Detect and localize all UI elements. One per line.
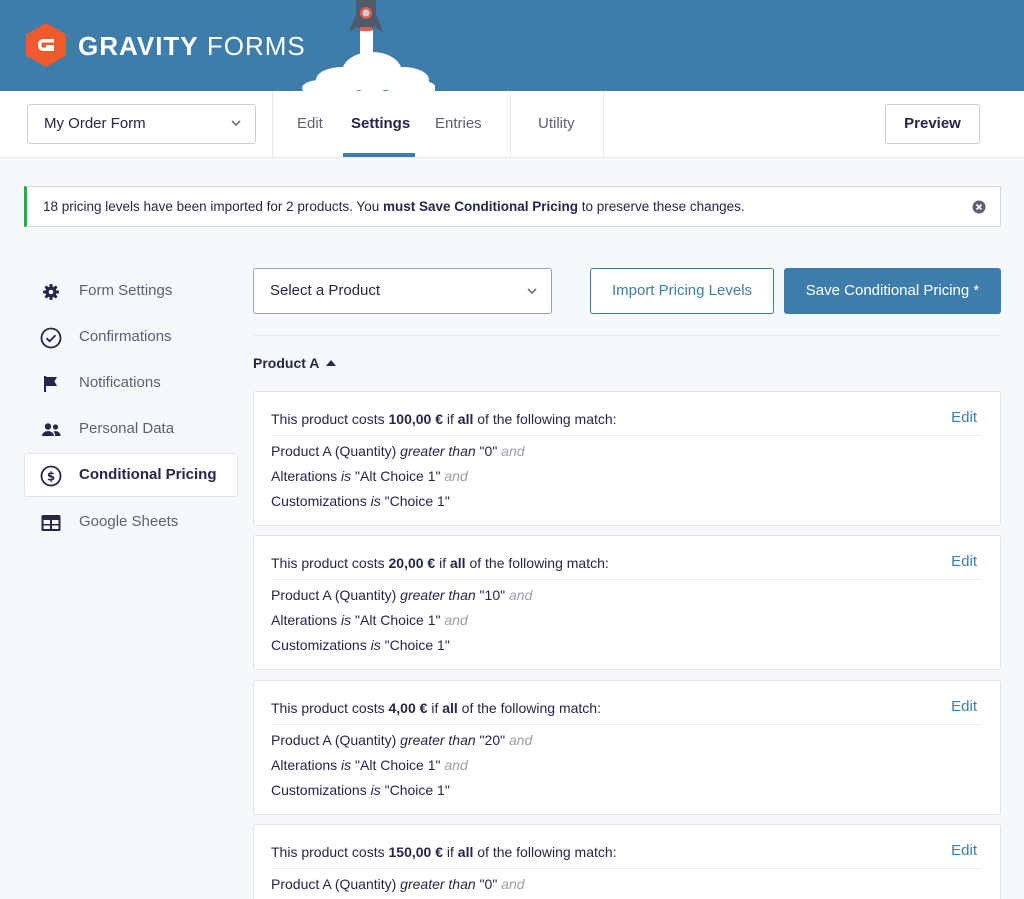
edit-rule-link[interactable]: Edit	[951, 842, 977, 860]
rocket-icon	[302, 0, 435, 91]
rule-condition: Alterations is "Alt Choice 1" and	[271, 612, 468, 628]
active-tab-indicator	[343, 153, 415, 157]
tab-edit[interactable]: Edit	[297, 91, 323, 157]
card-divider	[271, 724, 982, 725]
notice-bold-text: must Save Conditional Pricing	[382, 199, 579, 214]
close-icon[interactable]	[972, 200, 986, 214]
rule-condition: Customizations is "Choice 1"	[271, 493, 450, 509]
gear-icon	[43, 284, 59, 300]
pricing-rule-card: This product costs 20,00 € if all of the…	[253, 535, 1001, 670]
preview-button[interactable]: Preview	[885, 104, 980, 144]
rule-condition: Product A (Quantity) greater than "0" an…	[271, 443, 525, 459]
flag-icon	[44, 376, 57, 392]
header-bar: GRAVITY FORMS	[0, 0, 1024, 91]
brand-name: GRAVITY FORMS	[78, 31, 306, 61]
sidebar-item-label: Personal Data	[79, 420, 175, 437]
tab-entries[interactable]: Entries	[435, 91, 482, 157]
sidebar-item-notifications[interactable]: Notifications	[24, 361, 238, 405]
sidebar-item-form-settings[interactable]: Form Settings	[24, 269, 238, 313]
edit-rule-link[interactable]: Edit	[951, 698, 977, 716]
rule-condition: Product A (Quantity) greater than "0" an…	[271, 876, 525, 892]
svg-text:$: $	[47, 470, 55, 484]
edit-rule-link[interactable]: Edit	[951, 409, 977, 427]
toolbar-divider	[272, 91, 273, 157]
save-conditional-pricing-button[interactable]: Save Conditional Pricing *	[784, 268, 1001, 314]
gravity-forms-logo-icon	[26, 23, 66, 67]
dollar-circle-icon: $	[40, 465, 62, 487]
product-section-toggle[interactable]: Product A	[253, 354, 337, 372]
pricing-rule-summary: This product costs 20,00 € if all of the…	[271, 555, 609, 571]
rule-condition: Product A (Quantity) greater than "10" a…	[271, 587, 533, 603]
pricing-rule-card: This product costs 100,00 € if all of th…	[253, 391, 1001, 526]
rule-condition: Customizations is "Choice 1"	[271, 637, 450, 653]
tab-utility[interactable]: Utility	[538, 91, 575, 157]
notice-text: 18 pricing levels have been imported for…	[43, 199, 383, 214]
check-circle-icon	[40, 327, 62, 349]
product-section-title: Product A	[253, 355, 320, 371]
form-switcher-select[interactable]: My Order Form	[27, 104, 256, 144]
sidebar-item-conditional-pricing[interactable]: $ Conditional Pricing	[24, 453, 238, 497]
form-switcher-value: My Order Form	[44, 115, 146, 132]
users-icon	[42, 423, 61, 436]
sidebar-item-label: Form Settings	[79, 282, 173, 299]
pricing-rule-summary: This product costs 4,00 € if all of the …	[271, 700, 601, 716]
pricing-rule-summary: This product costs 100,00 € if all of th…	[271, 411, 617, 427]
product-select-value: Select a Product	[270, 282, 381, 299]
rule-condition: Product A (Quantity) greater than "20" a…	[271, 732, 533, 748]
card-divider	[271, 435, 982, 436]
product-select[interactable]: Select a Product	[253, 268, 552, 314]
card-divider	[271, 868, 982, 869]
toolbar-divider	[510, 91, 511, 157]
pricing-rule-summary: This product costs 150,00 € if all of th…	[271, 844, 617, 860]
edit-rule-link[interactable]: Edit	[951, 553, 977, 571]
sidebar-item-label: Conditional Pricing	[79, 466, 217, 483]
import-pricing-levels-button[interactable]: Import Pricing Levels	[590, 268, 774, 314]
section-divider	[253, 335, 1001, 336]
chevron-down-icon	[527, 288, 537, 295]
rule-condition: Alterations is "Alt Choice 1" and	[271, 468, 468, 484]
table-icon	[41, 515, 61, 531]
notice-text-end: to preserve these changes.	[578, 199, 745, 214]
sidebar-item-google-sheets[interactable]: Google Sheets	[24, 500, 238, 544]
sidebar-item-confirmations[interactable]: Confirmations	[24, 315, 238, 359]
sidebar-item-label: Notifications	[79, 374, 161, 391]
sidebar-item-personal-data[interactable]: Personal Data	[24, 407, 238, 451]
rule-condition: Customizations is "Choice 1"	[271, 782, 450, 798]
sidebar-item-label: Google Sheets	[79, 513, 179, 530]
rule-condition: Alterations is "Alt Choice 1" and	[271, 757, 468, 773]
toolbar-divider	[603, 91, 604, 157]
import-notice: 18 pricing levels have been imported for…	[24, 186, 1001, 227]
chevron-down-icon	[231, 120, 241, 127]
pricing-rule-card: This product costs 4,00 € if all of the …	[253, 680, 1001, 815]
pricing-rule-card: This product costs 150,00 € if all of th…	[253, 824, 1001, 899]
tab-settings[interactable]: Settings	[351, 91, 410, 157]
sidebar-item-label: Confirmations	[79, 328, 172, 345]
card-divider	[271, 579, 982, 580]
caret-up-icon	[326, 360, 337, 366]
form-toolbar: My Order Form Edit Settings Entries Util…	[0, 91, 1024, 158]
